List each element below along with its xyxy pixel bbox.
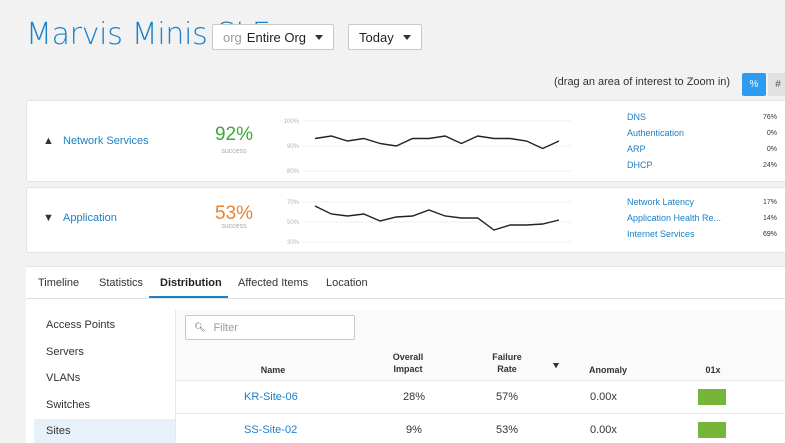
trend-line [314,205,560,231]
column-header-anomaly[interactable]: Anomaly [583,364,633,376]
sidebar-item-access-points[interactable]: Access Points [34,313,175,337]
tab-bar: Timeline Statistics Distribution Affecte… [26,267,785,299]
filter-input[interactable]: 🔍︎ Filter [185,315,355,340]
tab-timeline[interactable]: Timeline [38,277,79,289]
table-row[interactable]: KR-Site-06 28% 57% 0.00x [176,380,785,413]
impact-value: 9% [406,424,422,436]
metric-label[interactable]: Network Latency [627,197,694,207]
card-name[interactable]: Network Services [63,135,149,147]
metric-value: 76% [762,114,777,121]
success-label: success [221,223,247,230]
header-line: Rate [497,364,517,374]
trend-sparkline[interactable]: 70% 50% 30% [267,196,577,248]
chevron-down-icon[interactable]: ▼ [43,212,54,224]
metric-label[interactable]: DHCP [627,160,653,170]
metric-value: 14% [762,215,777,222]
count-toggle-button[interactable]: # [768,73,785,96]
application-card: ▼ Application 53% success 70% 50% 30% Netw… [26,187,785,253]
sort-descending-icon[interactable]: ⯆ [549,361,563,373]
network-services-card: ▲ Network Services 92% success 100% 90% 80… [26,100,785,182]
sidebar-item-servers[interactable]: Servers [34,340,175,364]
failure-value: 57% [496,391,519,403]
table-row[interactable]: SS-Site-02 9% 53% 0.00x [176,413,785,443]
metric-value: 17% [762,199,777,206]
trend-sparkline[interactable]: 100% 90% 80% [267,115,577,177]
chevron-down-icon [402,34,411,40]
tab-location[interactable]: Location [326,277,368,289]
anomaly-value: 0.00x [590,391,617,403]
axis-tick-label: 80% [287,169,300,175]
anomaly-value: 0.00x [590,424,617,436]
chevron-up-icon[interactable]: ▲ [43,135,54,147]
tab-distribution[interactable]: Distribution [160,277,222,289]
sidebar-item-sites[interactable]: Sites [34,419,175,443]
search-icon: 🔍︎ [194,322,206,332]
sidebar-item-vlans[interactable]: VLANs [34,366,175,390]
date-value: Today [359,29,394,45]
distribution-panel: Timeline Statistics Distribution Affecte… [26,266,785,443]
metric-value: 0% [766,146,777,153]
org-prefix: org [223,29,242,45]
header-line: Overall [392,352,424,362]
metric-label[interactable]: DNS [627,112,646,122]
failure-value: 53% [496,424,519,436]
site-name-link[interactable]: KR-Site-06 [244,391,298,403]
org-value: Entire Org [246,29,307,45]
trend-line [314,135,560,150]
column-header-failure-rate[interactable]: Failure Rate [487,351,527,375]
success-label: success [221,148,247,155]
metric-label[interactable]: ARP [627,144,646,154]
success-value: 92% [214,124,254,145]
header-line: Failure [492,352,522,362]
metric-label[interactable]: Application Health Re... [627,213,721,223]
axis-tick-label: 50% [287,220,300,226]
tab-affected-items[interactable]: Affected Items [238,277,308,289]
success-value: 53% [214,203,254,224]
axis-tick-label: 90% [287,144,300,150]
header-line: Impact [393,364,423,374]
axis-tick-label: 30% [287,240,300,246]
active-tab-indicator [149,296,228,298]
column-header-01x[interactable]: 01x [698,364,728,376]
impact-value: 28% [403,391,426,403]
tab-statistics[interactable]: Statistics [99,277,143,289]
chevron-down-icon [315,34,324,40]
metric-value: 0% [766,130,777,137]
metric-value: 24% [762,162,777,169]
distribution-bar[interactable] [698,389,726,405]
column-header-impact[interactable]: Overall Impact [378,351,438,375]
filter-placeholder: Filter [213,321,238,334]
site-name-link[interactable]: SS-Site-02 [244,424,297,436]
org-selector[interactable]: org Entire Org [212,24,335,50]
percent-toggle-button[interactable]: % [742,73,766,96]
axis-tick-label: 100% [284,119,300,125]
metric-label[interactable]: Internet Services [627,229,695,239]
column-header-name[interactable]: Name [253,364,293,376]
card-name[interactable]: Application [63,212,117,224]
axis-tick-label: 70% [287,200,300,206]
distribution-bar[interactable] [698,422,726,438]
date-selector[interactable]: Today [348,24,422,50]
sidebar-item-switches[interactable]: Switches [34,393,175,417]
metric-label[interactable]: Authentication [627,128,684,138]
zoom-hint: (drag an area of interest to Zoom in) [554,76,731,88]
metric-value: 69% [762,231,777,238]
